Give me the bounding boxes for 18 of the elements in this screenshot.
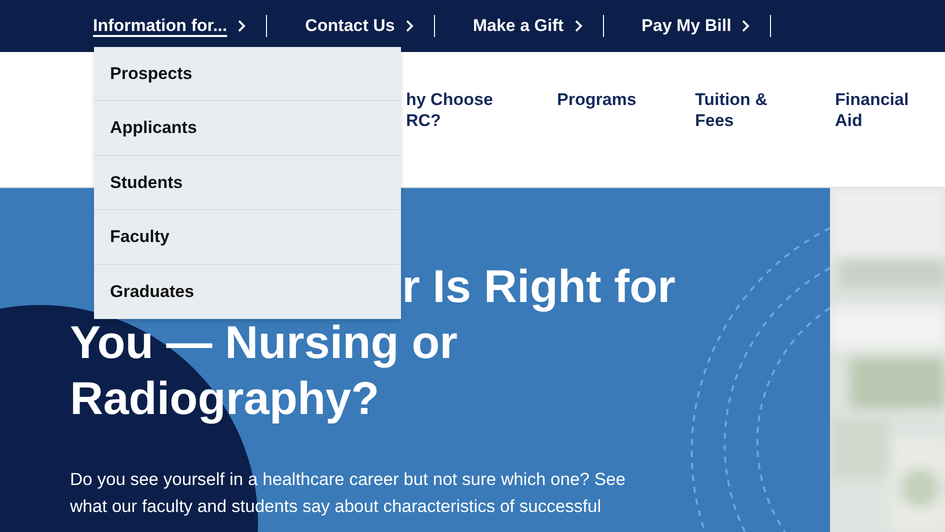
main-nav-link[interactable]: Financial Aid: [835, 89, 909, 131]
dropdown-item[interactable]: Faculty: [94, 210, 401, 265]
utility-nav-link[interactable]: Pay My Bill: [642, 13, 750, 39]
chevron-right-icon: [404, 19, 414, 33]
main-nav-link[interactable]: Programs: [557, 89, 636, 110]
dropdown-item[interactable]: Applicants: [94, 101, 401, 156]
dropdown-item[interactable]: Prospects: [94, 47, 401, 102]
chevron-right-icon: [574, 19, 583, 33]
dropdown-item[interactable]: Students: [94, 156, 401, 210]
chevron-right-icon: [741, 19, 750, 33]
utility-nav-link[interactable]: Contact Us: [305, 13, 414, 39]
main-nav-link[interactable]: Tuition & Fees: [695, 89, 768, 131]
chevron-right-icon: [237, 19, 246, 33]
utility-nav-link[interactable]: Make a Gift: [472, 13, 583, 39]
main-nav-link[interactable]: hy Choose RC?: [406, 89, 493, 131]
heading-text: r Is Right for: [402, 259, 676, 314]
dropdown-item[interactable]: Graduates: [94, 264, 401, 319]
utility-nav-link[interactable]: Information for...: [93, 13, 246, 39]
